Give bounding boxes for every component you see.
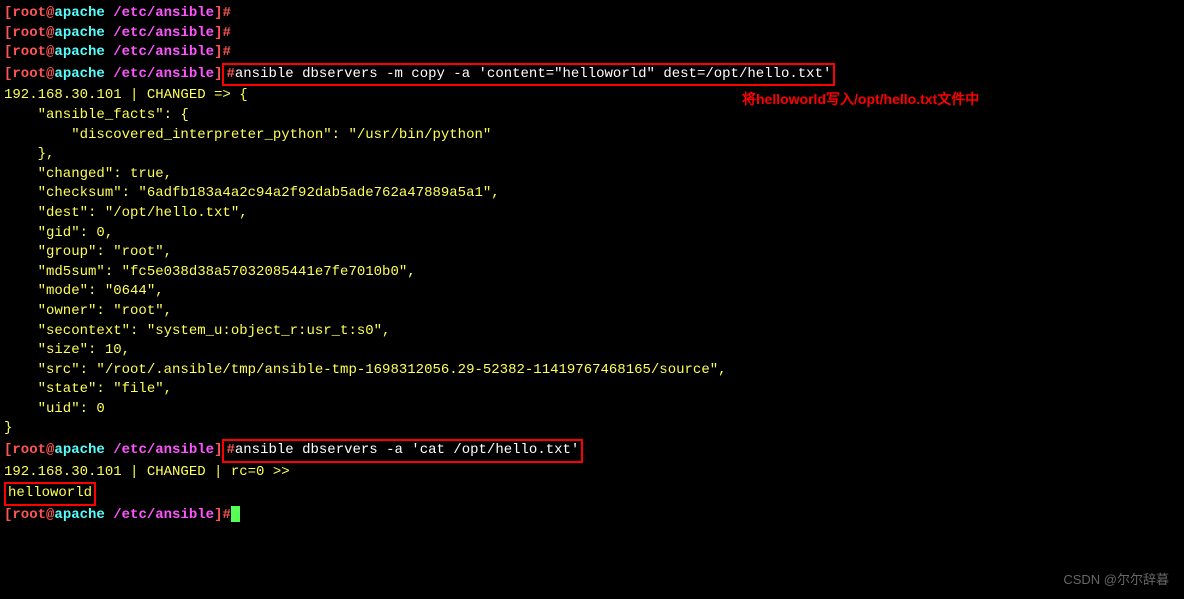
- terminal-output: [root@apache /etc/ansible]# [root@apache…: [4, 4, 1180, 525]
- highlighted-command-1: #ansible dbservers -m copy -a 'content="…: [222, 63, 835, 87]
- output-line: "group": "root",: [4, 243, 1180, 263]
- prompt-line-2: [root@apache /etc/ansible]#: [4, 24, 1180, 44]
- command-line-2: [root@apache /etc/ansible]#ansible dbser…: [4, 439, 1180, 463]
- annotation-text: 将helloworld写入/opt/hello.txt文件中: [742, 90, 979, 110]
- output-line: "mode": "0644",: [4, 282, 1180, 302]
- output-result-line: helloworld: [4, 482, 1180, 506]
- output-line: "src": "/root/.ansible/tmp/ansible-tmp-1…: [4, 361, 1180, 381]
- output-line: "checksum": "6adfb183a4a2c94a2f92dab5ade…: [4, 184, 1180, 204]
- command-line-1: [root@apache /etc/ansible]#ansible dbser…: [4, 63, 1180, 87]
- output-line: "secontext": "system_u:object_r:usr_t:s0…: [4, 322, 1180, 342]
- output-line: "owner": "root",: [4, 302, 1180, 322]
- prompt-line-3: [root@apache /etc/ansible]#: [4, 43, 1180, 63]
- output-close: }: [4, 419, 1180, 439]
- cursor: [231, 506, 240, 522]
- output-header-2: 192.168.30.101 | CHANGED | rc=0 >>: [4, 463, 1180, 483]
- output-line: "state": "file",: [4, 380, 1180, 400]
- highlighted-command-2: #ansible dbservers -a 'cat /opt/hello.tx…: [222, 439, 583, 463]
- output-line: "uid": 0: [4, 400, 1180, 420]
- output-header-1: 192.168.30.101 | CHANGED => {: [4, 86, 1180, 106]
- output-line: "discovered_interpreter_python": "/usr/b…: [4, 126, 1180, 146]
- output-line: "size": 10,: [4, 341, 1180, 361]
- highlighted-result: helloworld: [4, 482, 96, 506]
- prompt-line-1: [root@apache /etc/ansible]#: [4, 4, 1180, 24]
- output-line: "dest": "/opt/hello.txt",: [4, 204, 1180, 224]
- output-line: "changed": true,: [4, 165, 1180, 185]
- output-line: "md5sum": "fc5e038d38a57032085441e7fe701…: [4, 263, 1180, 283]
- output-line: "ansible_facts": {: [4, 106, 1180, 126]
- prompt-line-final: [root@apache /etc/ansible]#: [4, 506, 1180, 526]
- output-line: },: [4, 145, 1180, 165]
- watermark: CSDN @尔尔辞暮: [1063, 571, 1169, 589]
- output-line: "gid": 0,: [4, 224, 1180, 244]
